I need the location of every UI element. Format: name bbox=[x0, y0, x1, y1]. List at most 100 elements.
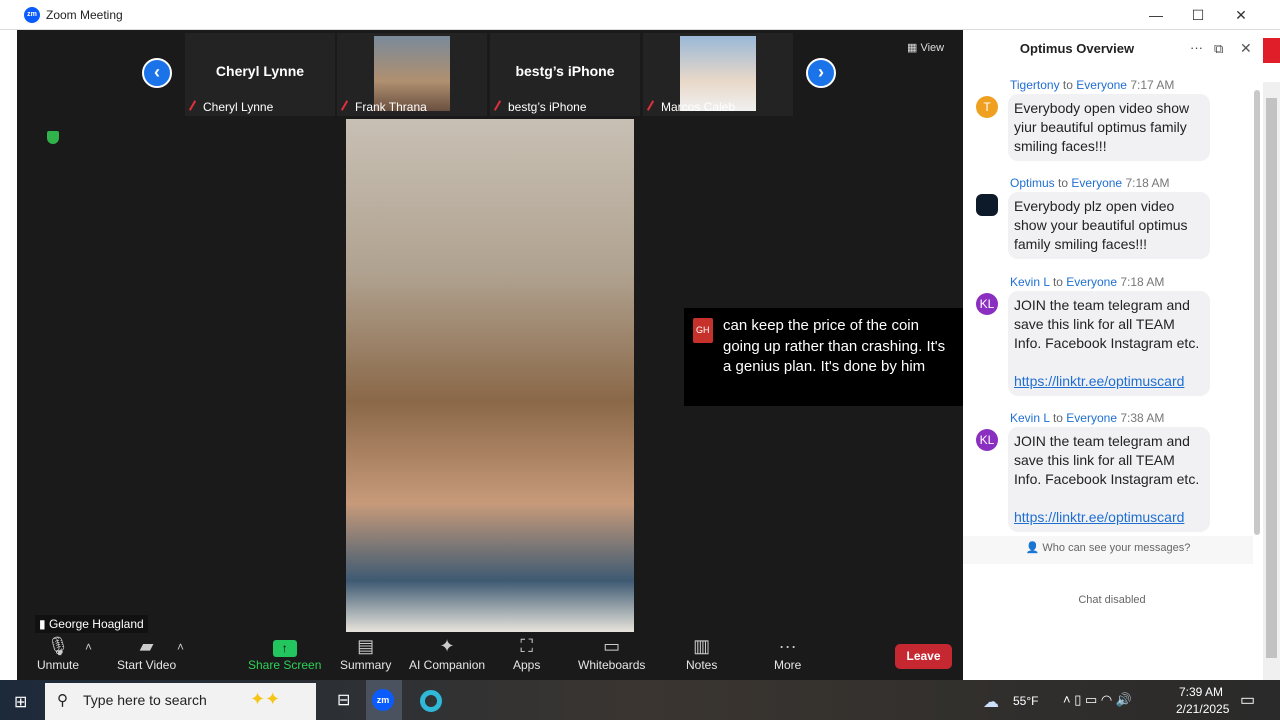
more-label: More bbox=[774, 658, 802, 672]
message-link[interactable]: https://linktr.ee/optimuscard bbox=[1014, 372, 1204, 391]
notes-label: Notes bbox=[686, 658, 718, 672]
weather-icon[interactable]: ☁ bbox=[983, 692, 999, 712]
speaker-name: George Hoagland bbox=[48, 617, 144, 631]
signal-icon: ▮ bbox=[39, 617, 49, 631]
to-label: to bbox=[1058, 176, 1069, 190]
message-text: JOIN the team telegram and save this lin… bbox=[1014, 433, 1200, 487]
chat-title: Optimus Overview bbox=[1019, 41, 1135, 56]
participant-name: bestg’s iPhone bbox=[515, 63, 615, 79]
message-link[interactable]: https://linktr.ee/optimuscard bbox=[1014, 508, 1204, 527]
time: 7:18 AM bbox=[1120, 275, 1165, 289]
active-speaker-video bbox=[346, 119, 634, 632]
ai-companion-button[interactable]: ✦ AI Companion bbox=[409, 635, 485, 672]
participant-tile[interactable]: Frank Thrana bbox=[337, 33, 487, 116]
share-screen-label: Share Screen bbox=[248, 658, 322, 672]
speaker-name-tag: ▮ George Hoagland bbox=[35, 615, 148, 633]
sender: Optimus bbox=[1010, 176, 1055, 190]
security-shield-icon bbox=[47, 131, 59, 144]
message-text: JOIN the team telegram and save this lin… bbox=[1014, 297, 1200, 351]
ai-companion-label: AI Companion bbox=[409, 658, 486, 672]
time: 7:18 AM bbox=[1125, 176, 1170, 190]
more-dots-icon: ··· bbox=[778, 636, 797, 656]
sparkle-icon: ✦ bbox=[439, 636, 455, 656]
message-bubble: JOIN the team telegram and save this lin… bbox=[1008, 427, 1210, 532]
summary-button[interactable]: ▤ Summary bbox=[340, 635, 391, 672]
notifications-icon[interactable]: ▭ bbox=[1240, 690, 1255, 710]
who-can-see-label: Who can see your messages? bbox=[1042, 542, 1191, 554]
time: 7:17 AM bbox=[1130, 78, 1175, 92]
message-bubble: JOIN the team telegram and save this lin… bbox=[1008, 291, 1210, 396]
clock[interactable]: 7:39 AM 2/21/2025 bbox=[1176, 685, 1230, 716]
audience: Everyone bbox=[1076, 78, 1127, 92]
participant-label: bestg’s iPhone bbox=[494, 100, 587, 114]
audience: Everyone bbox=[1071, 176, 1123, 190]
taskbar-search-input[interactable]: ⚲ Type here to search ✦✦ bbox=[45, 683, 316, 720]
sender: Kevin L bbox=[1010, 275, 1050, 289]
audio-options-caret[interactable]: ˄ bbox=[85, 640, 92, 654]
whiteboards-button[interactable]: ▭ Whiteboards bbox=[578, 635, 645, 672]
apps-button[interactable]: ⛶ Apps bbox=[513, 635, 540, 672]
audience: Everyone bbox=[1066, 411, 1117, 425]
sparkle-icon: ✦✦ bbox=[250, 689, 281, 709]
caption-text: can keep the price of the coin going up … bbox=[723, 317, 946, 375]
tray-icons[interactable]: ˄ ▯ ▭ ◠ 🔊 bbox=[1063, 692, 1132, 708]
time: 7:39 AM bbox=[1178, 685, 1224, 699]
unmute-button[interactable]: 🎙 Unmute bbox=[37, 635, 79, 672]
video-off-icon: ▰ bbox=[139, 636, 154, 656]
zoom-taskbar-button[interactable]: zm bbox=[366, 680, 402, 720]
view-button[interactable]: ▦ View bbox=[907, 41, 944, 54]
avatar: T bbox=[976, 96, 998, 118]
leave-button[interactable]: Leave bbox=[895, 644, 952, 669]
notes-button[interactable]: ▥ Notes bbox=[686, 635, 717, 672]
search-placeholder: Type here to search bbox=[83, 692, 207, 708]
background-window bbox=[1263, 38, 1280, 63]
who-can-see-link[interactable]: 👤 Who can see your messages? bbox=[963, 536, 1253, 564]
participant-tile[interactable]: Marcos Caleb bbox=[643, 33, 793, 116]
avatar: KL bbox=[976, 429, 998, 451]
participant-name: Cheryl Lynne bbox=[215, 63, 305, 79]
edge-browser-icon[interactable] bbox=[420, 690, 442, 712]
window-scrollbar[interactable] bbox=[1263, 82, 1280, 680]
sender: Kevin L bbox=[1010, 411, 1050, 425]
close-chat-icon[interactable]: ✕ bbox=[1240, 40, 1252, 57]
apps-icon: ⛶ bbox=[520, 636, 533, 656]
chat-scrollbar[interactable] bbox=[1254, 90, 1260, 535]
start-video-label: Start Video bbox=[117, 658, 177, 672]
unmute-label: Unmute bbox=[37, 658, 80, 672]
zoom-app-icon: zm bbox=[372, 689, 394, 711]
whiteboard-icon: ▭ bbox=[603, 636, 621, 656]
participant-tile[interactable]: bestg’s iPhone bestg’s iPhone bbox=[490, 33, 640, 116]
message-bubble: Everybody open video show yiur beautiful… bbox=[1008, 94, 1210, 161]
to-label: to bbox=[1062, 78, 1073, 92]
meeting-area: ‹ › Cheryl Lynne Cheryl Lynne Frank Thran… bbox=[17, 30, 963, 680]
maximize-button[interactable]: ☐ bbox=[1183, 4, 1213, 26]
summary-icon: ▤ bbox=[357, 636, 375, 656]
participant-label: Cheryl Lynne bbox=[189, 100, 273, 114]
date: 2/21/2025 bbox=[1176, 702, 1230, 716]
avatar: KL bbox=[976, 293, 998, 315]
prev-page-button[interactable]: ‹ bbox=[142, 58, 172, 88]
share-screen-button[interactable]: ↑ Share Screen bbox=[248, 635, 321, 672]
participant-label: Frank Thrana bbox=[341, 100, 427, 114]
windows-start-icon[interactable]: ⊞ bbox=[14, 692, 27, 712]
avatar bbox=[976, 194, 998, 216]
minimize-button[interactable]: — bbox=[1141, 4, 1171, 26]
message-bubble: Everybody plz open video show your beaut… bbox=[1008, 192, 1210, 259]
task-view-icon[interactable]: ⊟ bbox=[337, 690, 350, 710]
start-video-button[interactable]: ▰ Start Video bbox=[117, 635, 176, 672]
video-options-caret[interactable]: ˄ bbox=[177, 640, 184, 654]
time: 7:38 AM bbox=[1120, 411, 1165, 425]
weather-temp[interactable]: 55°F bbox=[1013, 694, 1038, 708]
participant-tile[interactable]: Cheryl Lynne Cheryl Lynne bbox=[185, 33, 335, 116]
close-button[interactable]: ✕ bbox=[1226, 4, 1256, 26]
pop-out-icon[interactable]: ⧉ bbox=[1214, 41, 1223, 57]
more-options-icon[interactable]: ··· bbox=[1190, 40, 1203, 55]
title-bar: zm Zoom Meeting — ☐ ✕ bbox=[0, 0, 1280, 30]
to-label: to bbox=[1052, 411, 1063, 425]
participant-label: Marcos Caleb bbox=[647, 100, 735, 114]
next-page-button[interactable]: › bbox=[806, 58, 836, 88]
more-button[interactable]: ··· More bbox=[774, 635, 801, 672]
to-label: to bbox=[1052, 275, 1063, 289]
zoom-logo-icon: zm bbox=[24, 7, 40, 23]
chat-disabled-label: Chat disabled bbox=[1078, 594, 1146, 606]
